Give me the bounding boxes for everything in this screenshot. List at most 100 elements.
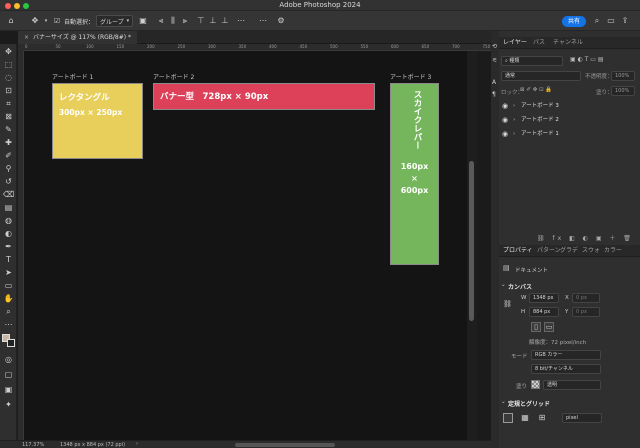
rulers-toggle-icon[interactable]: [503, 413, 513, 423]
transform-controls-icon[interactable]: ▣: [138, 16, 148, 26]
tab-swatches[interactable]: スウォ: [582, 245, 600, 257]
fill-field[interactable]: 100%: [611, 86, 635, 96]
chevron-down-icon[interactable]: ▾: [41, 16, 51, 26]
scrollbar-thumb[interactable]: [469, 161, 474, 321]
chevron-right-icon[interactable]: ›: [513, 99, 515, 113]
frame-tool-icon[interactable]: ⊠: [3, 111, 14, 122]
brush-tool-icon[interactable]: ✐: [3, 150, 14, 161]
share-button[interactable]: 共有: [562, 16, 586, 27]
height-field[interactable]: 884 px: [529, 307, 559, 317]
tab-gradients[interactable]: グラデ: [560, 245, 578, 257]
artboard-3-label[interactable]: アートボード 3: [390, 72, 431, 81]
guides-icon[interactable]: ⊞: [537, 413, 547, 423]
color-mode-dropdown[interactable]: RGB カラー: [531, 350, 601, 360]
zoom-tool-icon[interactable]: ⌕: [3, 306, 14, 317]
distribute-icon[interactable]: ⋯: [236, 16, 246, 26]
generative-fill-icon[interactable]: ✦: [3, 399, 14, 410]
align-top-icon[interactable]: ⊤: [196, 16, 206, 26]
artboard-3[interactable]: スカイクレパー 160px × 600px: [390, 83, 439, 265]
shape-tool-icon[interactable]: ▭: [3, 280, 14, 291]
tab-channels[interactable]: チャンネル: [553, 37, 583, 49]
tab-patterns[interactable]: パターン: [537, 245, 561, 257]
move-tool-icon[interactable]: ✥: [30, 16, 40, 26]
artboard-1-label[interactable]: アートボード 1: [52, 72, 93, 81]
tab-properties[interactable]: プロパティ: [503, 245, 533, 257]
screen-mode-icon[interactable]: ▢: [3, 369, 14, 380]
path-select-tool-icon[interactable]: ➤: [3, 267, 14, 278]
fill-swatch[interactable]: [531, 380, 540, 389]
character-icon[interactable]: A: [492, 79, 496, 86]
history-brush-tool-icon[interactable]: ↺: [3, 176, 14, 187]
lock-icons[interactable]: ⊠ ✐ ✥ ⊡ 🔒: [520, 87, 552, 93]
move-tool-icon[interactable]: ✥: [3, 46, 14, 57]
eye-icon[interactable]: ◉: [502, 113, 508, 127]
layers-footer-icons[interactable]: ⛓ fx ◧ ◐ ▣ ＋ 🗑: [537, 233, 634, 242]
x-field[interactable]: 0 px: [572, 293, 600, 303]
export-icon[interactable]: ⇪: [620, 16, 630, 26]
artboard-1[interactable]: レクタングル 300px × 250px: [52, 83, 143, 159]
layer-filter-icons[interactable]: ▣ ◐ T ▭ ▤: [570, 56, 604, 63]
search-icon[interactable]: ⌕: [592, 16, 602, 26]
artboard-tool-icon[interactable]: ▣: [3, 384, 14, 395]
layer-filter-dropdown[interactable]: ⌕ 種類: [501, 56, 563, 66]
y-field[interactable]: 0 px: [572, 307, 600, 317]
background-color-swatch[interactable]: [7, 339, 15, 347]
vertical-scrollbar[interactable]: [467, 51, 477, 440]
zoom-level[interactable]: 117.37%: [22, 442, 44, 448]
align-bottom-icon[interactable]: ⊥: [220, 16, 230, 26]
auto-select-dropdown[interactable]: グループ ▾: [96, 15, 134, 27]
blur-tool-icon[interactable]: ◍: [3, 215, 14, 226]
landscape-orientation-button[interactable]: ▭: [544, 322, 554, 332]
close-tab-icon[interactable]: ×: [24, 34, 29, 41]
artboard-2[interactable]: バナー型 728px × 90px: [153, 83, 375, 110]
tab-layers[interactable]: レイヤー: [503, 37, 527, 49]
workspace-icon[interactable]: ▭: [606, 16, 616, 26]
history-icon[interactable]: ⟲: [492, 43, 497, 50]
chevron-right-icon[interactable]: ›: [513, 113, 515, 127]
tab-color[interactable]: カラー: [604, 245, 622, 257]
layer-row[interactable]: ◉ › アートボード 3: [499, 99, 640, 113]
layer-row[interactable]: ◉ › アートボード 1: [499, 127, 640, 141]
chevron-right-icon[interactable]: ›: [513, 127, 515, 141]
home-icon[interactable]: ⌂: [6, 16, 16, 26]
edit-toolbar-icon[interactable]: ⋯: [3, 319, 14, 330]
eraser-tool-icon[interactable]: ⌫: [3, 189, 14, 200]
align-left-icon[interactable]: ⫷: [156, 16, 166, 26]
eye-icon[interactable]: ◉: [502, 99, 508, 113]
grid-icon[interactable]: ▦: [520, 413, 530, 423]
status-chevron-icon[interactable]: ›: [136, 441, 138, 447]
pen-tool-icon[interactable]: ✒: [3, 241, 14, 252]
eye-icon[interactable]: ◉: [502, 127, 508, 141]
document-tab[interactable]: × バナーサイズ @ 117% (RGB/8#) *: [18, 31, 137, 44]
align-middle-icon[interactable]: ⊥: [208, 16, 218, 26]
horizontal-scrollbar-thumb[interactable]: [235, 443, 335, 447]
opacity-field[interactable]: 100%: [611, 71, 635, 81]
tab-paths[interactable]: パス: [533, 37, 545, 49]
artboard-2-label[interactable]: アートボード 2: [153, 72, 194, 81]
link-icon[interactable]: ⛓: [503, 300, 512, 308]
hand-tool-icon[interactable]: ✋: [3, 293, 14, 304]
width-field[interactable]: 1348 px: [529, 293, 559, 303]
stamp-tool-icon[interactable]: ⚲: [3, 163, 14, 174]
align-center-icon[interactable]: ⫼: [168, 16, 178, 26]
layer-row[interactable]: ◉ › アートボード 2: [499, 113, 640, 127]
marquee-tool-icon[interactable]: ⬚: [3, 59, 14, 70]
lasso-tool-icon[interactable]: ◌: [3, 72, 14, 83]
paragraph-icon[interactable]: ¶: [492, 91, 496, 98]
more-options-icon[interactable]: ⋯: [258, 16, 268, 26]
brush-settings-icon[interactable]: ⚟: [492, 57, 497, 64]
chevron-down-icon[interactable]: ⌄: [501, 282, 506, 288]
unit-dropdown[interactable]: pixel: [562, 413, 602, 423]
eyedropper-tool-icon[interactable]: ✎: [3, 124, 14, 135]
bit-depth-dropdown[interactable]: 8 bit/チャンネル: [531, 364, 601, 374]
canvas-fill-dropdown[interactable]: 透明: [543, 380, 601, 390]
object-select-tool-icon[interactable]: ⊡: [3, 85, 14, 96]
settings-gear-icon[interactable]: ⚙: [276, 16, 286, 26]
portrait-orientation-button[interactable]: ▯: [531, 322, 541, 332]
chevron-down-icon[interactable]: ⌄: [501, 399, 506, 405]
align-right-icon[interactable]: ⫸: [180, 16, 190, 26]
healing-brush-tool-icon[interactable]: ✚: [3, 137, 14, 148]
auto-select-checkbox[interactable]: ☑: [52, 16, 62, 26]
quick-mask-icon[interactable]: ◎: [3, 354, 14, 365]
gradient-tool-icon[interactable]: ▤: [3, 202, 14, 213]
